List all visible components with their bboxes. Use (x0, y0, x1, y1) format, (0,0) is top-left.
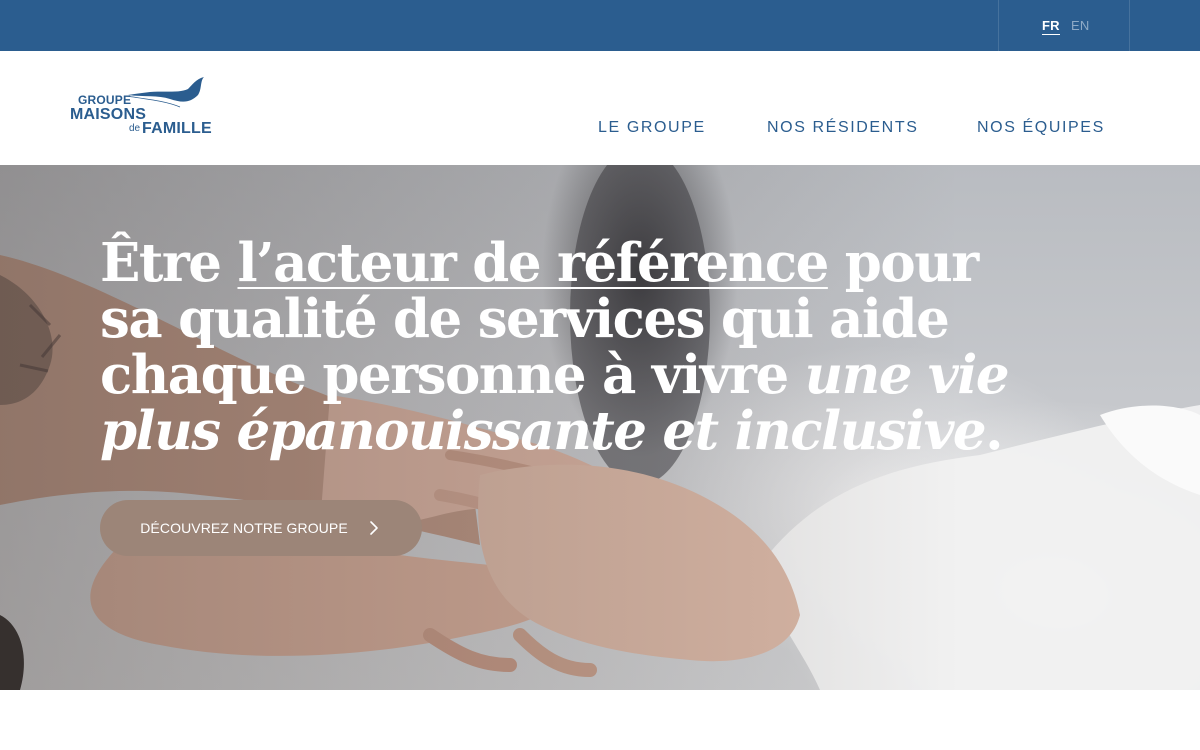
hero-banner: Être l’acteur de référence pour sa quali… (0, 165, 1200, 690)
hero-heading-part1: Être (100, 232, 238, 294)
site-logo[interactable]: GROUPE MAISONS de FAMILLE (68, 75, 228, 139)
logo-text-famille: FAMILLE (142, 120, 212, 137)
hero-heading: Être l’acteur de référence pour sa quali… (100, 235, 1030, 459)
language-en-link[interactable]: EN (1071, 18, 1089, 33)
discover-group-label: DÉCOUVREZ NOTRE GROUPE (140, 520, 348, 536)
top-bar: FR EN (0, 0, 1200, 51)
nav-nos-residents[interactable]: NOS RÉSIDENTS (767, 119, 919, 137)
chevron-right-icon (369, 521, 378, 535)
logo-text-maisons: MAISONS (70, 106, 147, 123)
site-header: GROUPE MAISONS de FAMILLE LE GROUPE NOS … (0, 51, 1200, 165)
hero-heading-end: . (985, 400, 1003, 462)
discover-group-button[interactable]: DÉCOUVREZ NOTRE GROUPE (100, 500, 422, 556)
language-fr-link[interactable]: FR (1042, 18, 1060, 35)
nav-le-groupe[interactable]: LE GROUPE (598, 119, 706, 137)
hero-heading-underlined: l’acteur de référence (237, 232, 829, 294)
logo-text-de: de (129, 123, 141, 134)
language-switcher: FR EN (998, 0, 1130, 51)
logo-text-groupe: GROUPE (78, 93, 132, 107)
nav-nos-equipes[interactable]: NOS ÉQUIPES (977, 119, 1105, 137)
content-area (0, 690, 1200, 750)
